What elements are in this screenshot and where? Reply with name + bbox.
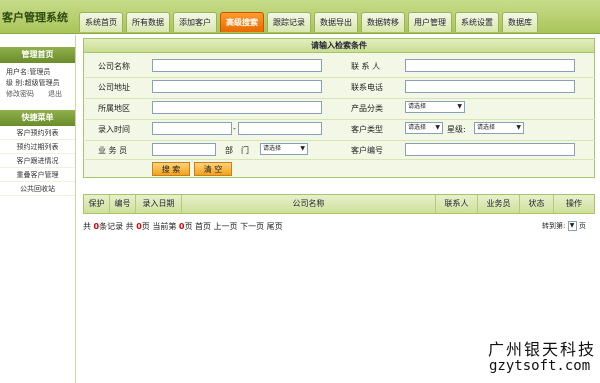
tab-database[interactable]: 数据库 — [502, 12, 538, 32]
chevron-down-icon: ▼ — [300, 145, 305, 152]
col-actions[interactable]: 操作 — [554, 195, 594, 213]
row-divider — [85, 98, 595, 99]
col-entry-date[interactable]: 录入日期 — [136, 195, 182, 213]
watermark-company: 广州银天科技 — [488, 340, 597, 359]
pager-records-label: 条记录 共 — [99, 222, 134, 231]
app-title: 客户管理系统 — [2, 11, 68, 24]
col-contact[interactable]: 联系人 — [436, 195, 478, 213]
chevron-down-icon: ▼ — [457, 103, 462, 110]
customer-no-label: 客户编号 — [351, 146, 383, 155]
sidebar-section-admin-home: 管理首页 — [0, 47, 75, 63]
username-line: 用户名:管理员 — [6, 68, 51, 76]
company-name-label: 公司名称 — [98, 62, 130, 71]
company-address-input[interactable] — [152, 80, 322, 93]
contact-phone-input[interactable] — [405, 80, 575, 93]
chevron-down-icon: ▼ — [569, 222, 575, 229]
col-protect[interactable]: 保护 — [84, 195, 110, 213]
page-jump-suffix: 页 — [578, 222, 586, 230]
sidebar: 管理首页 用户名:管理员 级 别:超级管理员 修改密码 退出 快捷菜单 客户预约… — [0, 35, 76, 383]
tab-system-settings[interactable]: 系统设置 — [455, 12, 499, 32]
contact-phone-label: 联系电话 — [351, 83, 383, 92]
chevron-down-icon: ▼ — [516, 124, 521, 131]
contact-label: 联 系 人 — [351, 62, 381, 71]
col-number[interactable]: 编号 — [110, 195, 136, 213]
entry-time-start-input[interactable] — [152, 122, 232, 135]
sidebar-item-recycle-bin[interactable]: 公共回收站 — [0, 182, 75, 196]
page-jump-label: 转到第: — [542, 222, 566, 230]
department-label: 部 门 — [225, 146, 249, 155]
tab-tracking-records[interactable]: 跟踪记录 — [267, 12, 311, 32]
col-company-name[interactable]: 公司名称 — [182, 195, 436, 213]
sidebar-item-expired-appointments[interactable]: 预约过期列表 — [0, 140, 75, 154]
tab-all-data[interactable]: 所有数据 — [126, 12, 170, 32]
sidebar-item-duplicate-customers[interactable]: 重叠客户管理 — [0, 168, 75, 182]
logout-link[interactable]: 退出 — [48, 89, 62, 100]
entry-time-label: 录入时间 — [98, 125, 130, 134]
tab-data-transfer[interactable]: 数据转移 — [361, 12, 405, 32]
pager-pages-label: 页 当前第 — [141, 222, 177, 231]
product-category-label: 产品分类 — [351, 104, 383, 113]
search-panel-title: 请输入检索条件 — [84, 39, 594, 53]
tab-home[interactable]: 系统首页 — [79, 12, 123, 32]
pager-prefix: 共 — [83, 222, 91, 231]
row-divider — [85, 77, 595, 78]
star-level-label: 星级: — [447, 125, 466, 134]
change-password-link[interactable]: 修改密码 — [6, 89, 34, 100]
sidebar-section-quick-menu: 快捷菜单 — [0, 110, 75, 126]
row-divider — [85, 159, 595, 160]
company-address-label: 公司地址 — [98, 83, 130, 92]
region-label: 所属地区 — [98, 104, 130, 113]
user-info: 用户名:管理员 级 别:超级管理员 修改密码 退出 — [0, 63, 75, 104]
customer-no-input[interactable] — [405, 143, 575, 156]
salesman-label: 业 务 员 — [98, 146, 128, 155]
row-divider — [85, 140, 595, 141]
row-divider — [85, 119, 595, 120]
date-range-separator: - — [233, 124, 236, 133]
col-status[interactable]: 状态 — [520, 195, 554, 213]
company-name-input[interactable] — [152, 59, 322, 72]
top-bar: 客户管理系统 系统首页 所有数据 添加客户 高级搜索 跟踪记录 数据导出 数据转… — [0, 0, 600, 34]
user-level-line: 级 别:超级管理员 — [6, 79, 60, 87]
region-input[interactable] — [152, 101, 322, 114]
search-panel: 请输入检索条件 公司名称 联 系 人 公司地址 联系电话 所属地区 产品分类 请… — [83, 38, 595, 178]
contact-input[interactable] — [405, 59, 575, 72]
watermark-site: gzytsoft.com — [489, 358, 591, 374]
page-jump-select[interactable]: ▼ — [567, 221, 577, 231]
tab-add-customer[interactable]: 添加客户 — [173, 12, 217, 32]
tab-user-management[interactable]: 用户管理 — [408, 12, 452, 32]
tab-data-export[interactable]: 数据导出 — [314, 12, 358, 32]
salesman-input[interactable] — [152, 143, 216, 156]
entry-time-end-input[interactable] — [238, 122, 322, 135]
page-jump: 转到第: ▼ 页 — [542, 221, 586, 231]
results-table-header: 保护 编号 录入日期 公司名称 联系人 业务员 状态 操作 — [83, 194, 595, 214]
main-nav-tabs: 系统首页 所有数据 添加客户 高级搜索 跟踪记录 数据导出 数据转移 用户管理 … — [79, 12, 541, 34]
pagination: 共 0条记录 共 0页 当前第 0页 首页 上一页 下一页 尾页 — [83, 221, 283, 232]
search-button[interactable]: 搜 索 — [152, 162, 190, 176]
clear-button[interactable]: 清 空 — [194, 162, 232, 176]
pager-nav-links[interactable]: 页 首页 上一页 下一页 尾页 — [184, 222, 282, 231]
col-salesman[interactable]: 业务员 — [478, 195, 520, 213]
sidebar-item-appointments[interactable]: 客户预约列表 — [0, 126, 75, 140]
product-category-select[interactable]: 请选择 ▼ — [405, 101, 465, 113]
customer-type-select[interactable]: 请选择 ▼ — [405, 122, 443, 134]
chevron-down-icon: ▼ — [435, 124, 440, 131]
tab-advanced-search[interactable]: 高级搜索 — [220, 12, 264, 32]
sidebar-item-followup-status[interactable]: 客户跟进情况 — [0, 154, 75, 168]
customer-type-label: 客户类型 — [351, 125, 383, 134]
department-select[interactable]: 请选择 ▼ — [260, 143, 308, 155]
star-level-select[interactable]: 请选择 ▼ — [474, 122, 524, 134]
